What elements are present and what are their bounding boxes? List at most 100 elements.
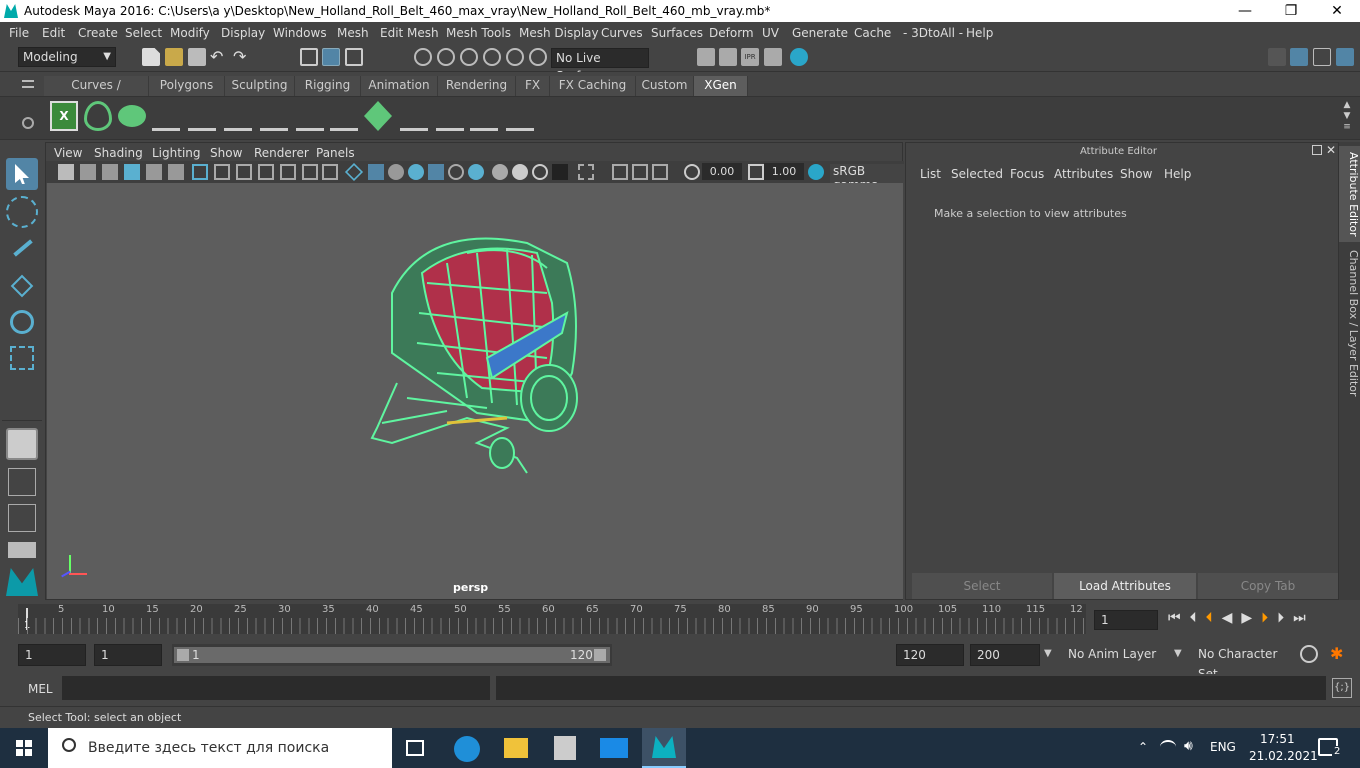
safe-title-icon[interactable] xyxy=(322,164,338,180)
scale-tool-icon[interactable] xyxy=(6,342,38,374)
step-back-icon[interactable]: ⏴ xyxy=(1190,610,1206,626)
vp-menu-shading[interactable]: Shading xyxy=(94,146,143,160)
render-frame-icon[interactable] xyxy=(719,48,737,66)
maya-taskbar-button[interactable] xyxy=(642,728,686,768)
go-to-start-icon[interactable]: ⏮ xyxy=(1168,610,1190,626)
ae-load-attributes-button[interactable]: Load Attributes xyxy=(1054,573,1196,599)
go-to-end-icon[interactable]: ⏭ xyxy=(1293,610,1315,626)
gamma-icon[interactable] xyxy=(748,164,764,180)
grease-pencil-icon[interactable] xyxy=(168,164,184,180)
image-plane-icon[interactable] xyxy=(124,164,140,180)
playback-start-field[interactable]: 1 xyxy=(94,644,162,666)
model-wireframe[interactable] xyxy=(47,183,903,599)
edge-browser-icon[interactable] xyxy=(454,736,480,762)
menu-display[interactable]: Display xyxy=(221,26,265,40)
float-panel-icon[interactable] xyxy=(1312,145,1322,155)
xgen-place-guides-icon[interactable] xyxy=(188,101,216,131)
wireframe-on-shaded-icon[interactable] xyxy=(388,164,404,180)
textured-icon[interactable] xyxy=(408,164,424,180)
ambient-occlusion-icon[interactable] xyxy=(468,164,484,180)
grid-icon[interactable] xyxy=(192,164,208,180)
frame-all-icon[interactable] xyxy=(652,164,668,180)
vp-menu-renderer[interactable]: Renderer xyxy=(254,146,309,160)
playback-end-field[interactable]: 120 xyxy=(896,644,964,666)
menu-uv[interactable]: UV xyxy=(762,26,779,40)
close-button[interactable]: ✕ xyxy=(1314,0,1360,22)
menu-deform[interactable]: Deform xyxy=(709,26,754,40)
clock-time[interactable]: 17:51 xyxy=(1260,732,1295,746)
mode-dropdown[interactable]: Modeling ▼ xyxy=(18,47,116,67)
menu-edit-mesh[interactable]: Edit Mesh xyxy=(380,26,439,40)
film-gate-icon[interactable] xyxy=(214,164,230,180)
live-surface-field[interactable]: No Live Surface xyxy=(551,48,649,83)
step-forward-icon[interactable]: ⏵ xyxy=(1277,610,1293,626)
wireframe-icon[interactable] xyxy=(344,162,364,182)
select-object-icon[interactable] xyxy=(322,48,340,66)
rotate-tool-icon[interactable] xyxy=(6,306,38,338)
xgen-select-guide-icon[interactable] xyxy=(260,101,288,131)
exposure-icon[interactable] xyxy=(684,164,700,180)
xgen-guide-sculpt-icon[interactable] xyxy=(330,101,358,131)
two-d-pan-icon[interactable] xyxy=(146,164,162,180)
tab-sculpting[interactable]: Sculpting xyxy=(225,76,295,96)
tab-fx[interactable]: FX xyxy=(516,76,550,96)
perspective-viewport[interactable]: persp xyxy=(47,183,903,599)
menu-help[interactable]: Help xyxy=(966,26,993,40)
chevron-up-icon[interactable]: ⌃ xyxy=(1138,740,1148,754)
store-icon[interactable] xyxy=(554,736,576,760)
vp-menu-panels[interactable]: Panels xyxy=(316,146,355,160)
safe-action-icon[interactable] xyxy=(302,164,318,180)
menu-curves[interactable]: Curves xyxy=(601,26,643,40)
volume-icon[interactable]: 🔊︎ xyxy=(1184,738,1193,754)
hypershade-icon[interactable] xyxy=(790,48,808,66)
menu-modify[interactable]: Modify xyxy=(170,26,210,40)
graph-layout-icon[interactable] xyxy=(8,542,36,558)
render-settings-icon[interactable] xyxy=(697,48,715,66)
xgen-preview-icon[interactable] xyxy=(84,101,112,131)
language-indicator[interactable]: ENG xyxy=(1210,740,1236,754)
tab-curves-surfaces[interactable]: Curves / Surfaces xyxy=(44,76,149,110)
color-management-icon[interactable] xyxy=(808,164,824,180)
xray-icon[interactable] xyxy=(578,164,594,180)
animation-prefs-icon[interactable]: ✱ xyxy=(1330,645,1350,665)
auto-key-icon[interactable] xyxy=(1300,645,1318,663)
xgen-comb-icon[interactable] xyxy=(470,101,498,131)
start-time-field[interactable]: 1 xyxy=(18,644,86,666)
network-icon[interactable] xyxy=(1160,740,1176,754)
ae-menu-help[interactable]: Help xyxy=(1164,167,1191,181)
tool-settings-icon[interactable] xyxy=(1313,48,1331,66)
vp-menu-lighting[interactable]: Lighting xyxy=(152,146,201,160)
isolate-select-icon[interactable] xyxy=(552,164,568,180)
single-perspective-layout-icon[interactable] xyxy=(6,428,38,460)
mel-label[interactable]: MEL xyxy=(28,682,53,696)
menu-windows[interactable]: Windows xyxy=(273,26,327,40)
paint-select-tool-icon[interactable] xyxy=(6,232,38,264)
menu-mesh-tools[interactable]: Mesh Tools xyxy=(446,26,511,40)
workspace-icon[interactable] xyxy=(1268,48,1286,66)
vp-menu-view[interactable]: View xyxy=(54,146,82,160)
menu-select[interactable]: Select xyxy=(125,26,162,40)
lasso-tool-icon[interactable] xyxy=(6,196,38,228)
menu-3dtoall[interactable]: - 3DtoAll - xyxy=(903,26,963,40)
xgen-cut-icon[interactable] xyxy=(506,101,534,131)
xray-components-icon[interactable] xyxy=(632,164,648,180)
shelf-scroll-icon[interactable]: ▲ ▼ ≡ xyxy=(1340,100,1354,134)
shelf-menu-icon[interactable] xyxy=(22,80,34,88)
select-component-icon[interactable] xyxy=(345,48,363,66)
menu-edit[interactable]: Edit xyxy=(42,26,65,40)
maximize-button[interactable]: ❐ xyxy=(1268,0,1314,22)
tab-custom[interactable]: Custom xyxy=(636,76,694,96)
channel-box-icon[interactable] xyxy=(1336,48,1354,66)
windows-start-icon[interactable] xyxy=(16,740,32,756)
camera-icon[interactable] xyxy=(58,164,74,180)
motion-blur-icon[interactable] xyxy=(492,164,508,180)
antialiasing-icon[interactable] xyxy=(512,164,528,180)
tab-polygons[interactable]: Polygons xyxy=(149,76,225,96)
tab-xgen[interactable]: XGen xyxy=(694,76,748,96)
ipr-render-icon[interactable]: IPR xyxy=(741,48,759,66)
ae-copy-tab-button[interactable]: Copy Tab xyxy=(1198,573,1338,599)
character-set-dropdown[interactable]: No Character Set xyxy=(1192,644,1292,681)
xgen-add-guide-icon[interactable] xyxy=(224,101,252,131)
ae-menu-list[interactable]: List xyxy=(920,167,941,181)
mail-icon[interactable] xyxy=(600,738,628,758)
